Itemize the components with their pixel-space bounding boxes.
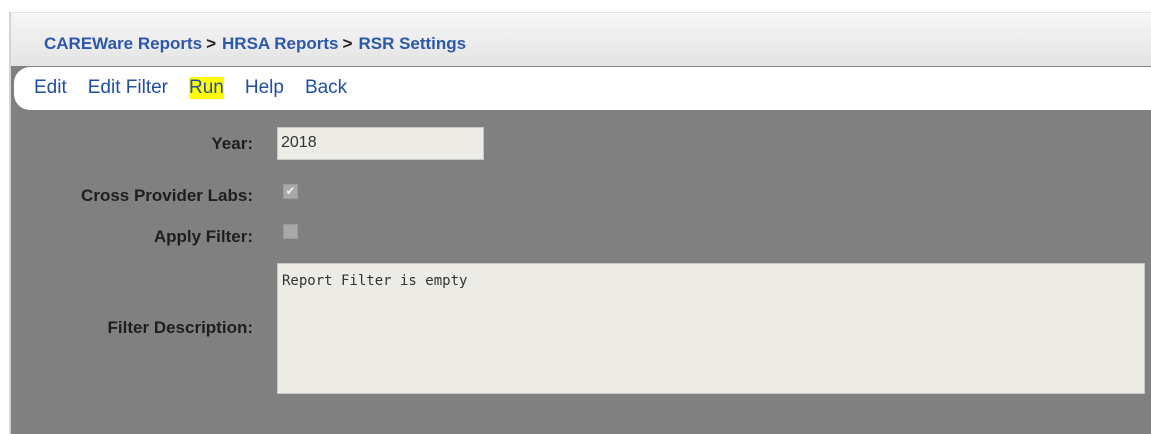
menu-help[interactable]: Help: [245, 77, 284, 99]
breadcrumb-careware-reports[interactable]: CAREWare Reports: [44, 34, 202, 53]
year-field[interactable]: 2018: [277, 127, 484, 160]
breadcrumb-separator: >: [206, 34, 217, 53]
filter-description-label: Filter Description:: [107, 318, 253, 337]
menu-edit-filter[interactable]: Edit Filter: [88, 77, 168, 99]
menu-run[interactable]: Run: [189, 77, 224, 99]
apply-filter-label: Apply Filter:: [153, 227, 253, 246]
menu-edit[interactable]: Edit: [34, 77, 67, 99]
cross-provider-labs-checkbox[interactable]: ✔: [283, 184, 298, 199]
apply-filter-checkbox[interactable]: [283, 224, 298, 239]
filter-description-field[interactable]: Report Filter is empty: [277, 263, 1145, 394]
breadcrumb-current: RSR Settings: [358, 34, 467, 53]
menu-back[interactable]: Back: [305, 77, 347, 99]
breadcrumb: CAREWare Reports > HRSA Reports > RSR Settin…: [11, 12, 1151, 66]
action-menu: Edit Edit Filter Run Help Back: [14, 67, 1151, 110]
year-label: Year:: [211, 134, 253, 153]
cross-provider-labs-label: Cross Provider Labs:: [81, 186, 253, 205]
settings-panel: CAREWare Reports > HRSA Reports > RSR Settin…: [9, 12, 1151, 434]
breadcrumb-separator: >: [342, 34, 353, 53]
breadcrumb-hrsa-reports[interactable]: HRSA Reports: [222, 34, 339, 53]
